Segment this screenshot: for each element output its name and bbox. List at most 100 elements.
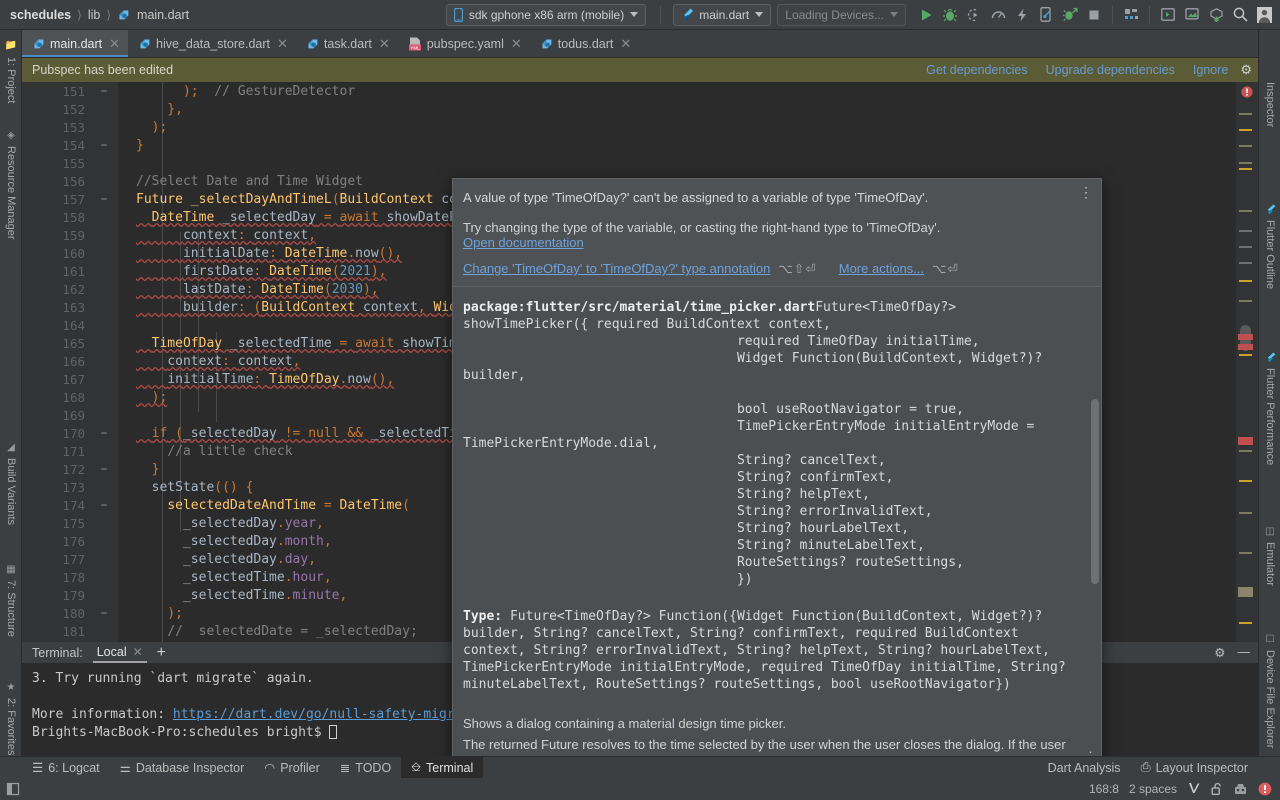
editor-tab-todus-dart[interactable]: todus.dart ✕	[530, 30, 640, 57]
gear-icon[interactable]: ⚙	[1240, 62, 1252, 78]
open-documentation-link[interactable]: Open documentation	[463, 235, 1089, 250]
fold-expand-icon[interactable]: ⎯	[98, 192, 110, 206]
sidebar-item-flutter-performance[interactable]: Flutter Performance	[1259, 348, 1280, 465]
sidebar-item-structure[interactable]: ▦ 7: Structure	[0, 560, 22, 637]
device-selector[interactable]: sdk gphone x86 arm (mobile)	[445, 3, 647, 26]
search-everywhere-button[interactable]	[1228, 3, 1252, 27]
bottom-item-layout-inspector[interactable]: ⎙ Layout Inspector	[1131, 757, 1258, 779]
close-icon[interactable]: ✕	[620, 36, 631, 52]
code-line: context: context,	[167, 354, 301, 369]
run-configuration-selector[interactable]: main.dart	[673, 3, 772, 26]
sidebar-item-build-variants[interactable]: ◢ Build Variants	[0, 438, 22, 525]
device-manager-button[interactable]	[1180, 3, 1204, 27]
error-icon[interactable]	[1241, 86, 1253, 98]
bottom-item-todo[interactable]: ≣ TODO	[330, 757, 401, 779]
breadcrumb-item-project[interactable]: schedules	[10, 8, 71, 22]
debug-button[interactable]	[938, 3, 962, 27]
editor-gutter[interactable]: 151 ⎯ 152 153 154 ⎯ 155 156 157 ⎯ 158 159 160 161 162 1…	[22, 82, 118, 642]
null-safety-migration-link[interactable]: https://dart.dev/go/null-safety-migratio…	[173, 707, 494, 722]
run-button[interactable]	[914, 3, 938, 27]
sidebar-item-device-file-explorer[interactable]: ☐ Device File Explorer	[1259, 630, 1280, 748]
code-line: initialDate: DateTime.now(),	[182, 246, 403, 261]
breadcrumb-item-file[interactable]: main.dart	[137, 8, 189, 22]
close-icon[interactable]: ✕	[379, 36, 390, 52]
error-icon[interactable]	[1258, 782, 1272, 796]
line-number: 165	[62, 336, 85, 351]
terminal-icon: ⎒	[411, 760, 422, 774]
caret-position[interactable]: 168:8	[1089, 782, 1119, 796]
fold-collapse-icon[interactable]: ⎯	[98, 462, 110, 476]
fold-collapse-icon[interactable]: ⎯	[98, 84, 110, 98]
add-terminal-button[interactable]: +	[157, 644, 166, 662]
code-line: _selectedTime.hour,	[182, 570, 332, 585]
open-devtools-button[interactable]	[1034, 3, 1058, 27]
line-number: 169	[62, 408, 85, 423]
line-number: 151	[62, 84, 85, 99]
upgrade-dependencies-link[interactable]: Upgrade dependencies	[1046, 63, 1175, 77]
bottom-item-terminal[interactable]: ⎒ Terminal	[401, 756, 484, 779]
avd-manager-button[interactable]	[1119, 3, 1143, 27]
breadcrumb-separator: ⟩	[106, 7, 112, 22]
bottom-item-profiler[interactable]: ◠ Profiler	[254, 757, 330, 779]
close-icon[interactable]: ✕	[511, 36, 522, 52]
indent-setting[interactable]: 2 spaces	[1129, 782, 1177, 796]
stop-button[interactable]	[1082, 3, 1106, 27]
inspections-icon[interactable]	[1233, 782, 1248, 796]
bottom-item-database-inspector[interactable]: ⚌ Database Inspector	[110, 757, 255, 779]
close-icon[interactable]: ✕	[133, 645, 143, 659]
close-icon[interactable]: ✕	[277, 36, 288, 52]
unlock-icon[interactable]	[1211, 782, 1223, 796]
hot-reload-button[interactable]	[1010, 3, 1034, 27]
fold-collapse-icon[interactable]: ⎯	[98, 606, 110, 620]
minimize-icon[interactable]: —	[1238, 645, 1251, 660]
ignore-link[interactable]: Ignore	[1193, 63, 1228, 77]
breadcrumb-item-folder[interactable]: lib	[88, 8, 101, 22]
marker	[1238, 344, 1253, 350]
error-tooltip-popup[interactable]: A value of type 'TimeOfDay?' can't be as…	[452, 178, 1102, 800]
editor-marker-bar[interactable]	[1236, 82, 1258, 642]
sidebar-item-emulator[interactable]: ◫ Emulator	[1259, 522, 1280, 586]
bottom-item-logcat[interactable]: ☰ 6: Logcat	[22, 757, 110, 779]
fold-expand-icon[interactable]: ⎯	[98, 426, 110, 440]
marker	[1239, 145, 1252, 147]
close-icon[interactable]: ✕	[109, 36, 120, 52]
terminal-tab-local[interactable]: Local ✕	[92, 645, 147, 663]
code-line: firstDate: DateTime(2021),	[182, 264, 387, 279]
run-coverage-button[interactable]	[962, 3, 986, 27]
show-tool-windows-icon[interactable]	[0, 782, 20, 796]
gear-icon[interactable]: ⚙	[1214, 645, 1225, 660]
code-line: selectedDateAndTime = DateTime(	[167, 498, 410, 513]
marker	[1239, 129, 1252, 131]
account-avatar-button[interactable]	[1252, 3, 1276, 27]
editor-tab-hive-data-store-dart[interactable]: hive_data_store.dart ✕	[128, 30, 296, 57]
project-structure-button[interactable]	[1204, 3, 1228, 27]
marker	[1239, 480, 1252, 482]
code-line: lastDate: DateTime(2030),	[182, 282, 379, 297]
sidebar-item-project[interactable]: 📁 1: Project	[0, 36, 22, 104]
sidebar-item-resource-manager[interactable]: ◈ Resource Manager	[0, 126, 22, 240]
bottom-item-dart-analysis[interactable]: Dart Analysis	[1038, 757, 1131, 779]
get-dependencies-link[interactable]: Get dependencies	[926, 63, 1027, 77]
more-actions-link[interactable]: More actions...	[839, 261, 924, 276]
profile-button[interactable]	[986, 3, 1010, 27]
doc-scrollbar-thumb[interactable]	[1091, 399, 1099, 584]
editor-tab-task-dart[interactable]: task.dart ✕	[296, 30, 398, 57]
change-type-annotation-action[interactable]: Change 'TimeOfDay' to 'TimeOfDay?' type …	[463, 261, 770, 276]
more-vertical-icon[interactable]: ⋮	[1079, 185, 1093, 199]
main-toolbar: schedules ⟩ lib ⟩ main.dart sdk gphone x…	[0, 0, 1280, 30]
git-icon[interactable]	[1187, 782, 1201, 796]
marker	[1239, 622, 1252, 624]
devices-dropdown[interactable]: Loading Devices...	[777, 3, 906, 26]
editor-tab-pubspec-yaml[interactable]: YML pubspec.yaml ✕	[398, 30, 530, 57]
sidebar-item-favorites[interactable]: ★ 2: Favorites	[0, 678, 22, 755]
sdk-manager-button[interactable]	[1156, 3, 1180, 27]
line-number: 181	[62, 624, 85, 639]
sidebar-item-inspector[interactable]: Inspector	[1259, 78, 1280, 127]
sidebar-item-flutter-outline[interactable]: Flutter Outline	[1259, 200, 1280, 289]
editor-tab-main-dart[interactable]: main.dart ✕	[22, 30, 129, 57]
attach-debugger-button[interactable]	[1058, 3, 1082, 27]
documentation-pane[interactable]: package:flutter/src/material/time_picker…	[453, 286, 1101, 799]
fold-collapse-icon[interactable]: ⎯	[98, 138, 110, 152]
fold-expand-icon[interactable]: ⎯	[98, 498, 110, 512]
dart-file-icon	[306, 37, 319, 50]
